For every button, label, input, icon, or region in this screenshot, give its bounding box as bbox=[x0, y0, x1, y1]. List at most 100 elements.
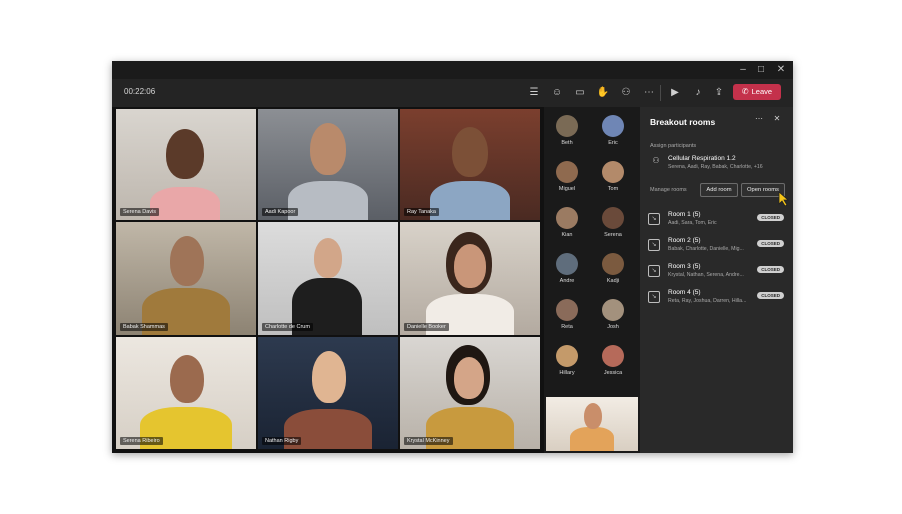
room-icon: ↘ bbox=[648, 213, 660, 225]
teams-window: – □ ✕ 00:22:06 ☰ ☺ ▭ ✋ ⚇ ⋯ ▶ ♪ ⇪ ✆ Leave … bbox=[112, 61, 793, 453]
avatar[interactable] bbox=[602, 115, 624, 137]
breakout-rooms-icon[interactable]: ⚇ bbox=[618, 85, 634, 101]
video-tile[interactable]: Aadi Kapoor bbox=[258, 109, 398, 220]
video-tile[interactable]: Krystal McKinney bbox=[400, 337, 540, 449]
roster-name: Beth bbox=[561, 140, 573, 146]
participant-face bbox=[454, 357, 484, 399]
avatar[interactable] bbox=[602, 345, 624, 367]
raise-hand-icon[interactable]: ✋ bbox=[595, 85, 611, 101]
toolbar-divider bbox=[660, 85, 661, 101]
tile-name: Serena Ribeiro bbox=[120, 437, 163, 445]
room-icon: ↘ bbox=[648, 265, 660, 277]
chat-icon[interactable]: ▭ bbox=[572, 85, 588, 101]
room-row[interactable]: ↘ Room 2 (5) Babak, Charlotte, Danielle,… bbox=[648, 235, 788, 257]
close-window-icon[interactable]: ✕ bbox=[774, 63, 788, 77]
tile-name: Aadi Kapoor bbox=[262, 208, 299, 216]
share-screen-icon[interactable]: ⇪ bbox=[711, 85, 727, 101]
avatar[interactable] bbox=[556, 299, 578, 321]
room-status-badge: CLOSED bbox=[757, 214, 784, 221]
video-tile[interactable]: Serena Davis bbox=[116, 109, 256, 220]
avatar[interactable] bbox=[602, 161, 624, 183]
tile-name: Serena Davis bbox=[120, 208, 160, 216]
add-room-button[interactable]: Add room bbox=[700, 183, 738, 197]
video-tile[interactable]: Babak Shammas bbox=[116, 222, 256, 335]
room-status-badge: CLOSED bbox=[757, 240, 784, 247]
maximize-icon[interactable]: □ bbox=[754, 63, 768, 77]
video-tile[interactable]: Serena Ribeiro bbox=[116, 337, 256, 449]
avatar[interactable] bbox=[602, 207, 624, 229]
avatar[interactable] bbox=[556, 253, 578, 275]
tile-name: Charlotte de Crum bbox=[262, 323, 313, 331]
participant-body bbox=[288, 181, 368, 220]
roster-name: Jessica bbox=[603, 370, 623, 376]
avatar[interactable] bbox=[556, 207, 578, 229]
room-row[interactable]: ↘ Room 1 (5) Aadi, Sara, Tom, Eric CLOSE… bbox=[648, 209, 788, 231]
roster-name: Tom bbox=[607, 186, 619, 192]
roster-name: Kian bbox=[561, 232, 573, 238]
participant-body bbox=[150, 187, 220, 220]
meeting-name[interactable]: Cellular Respiration 1.2 bbox=[668, 155, 736, 162]
camera-icon[interactable]: ▶ bbox=[667, 85, 683, 101]
roster-name: Serena bbox=[604, 232, 622, 238]
panel-close-icon[interactable]: ✕ bbox=[771, 113, 783, 125]
room-title: Room 3 (5) bbox=[668, 263, 701, 270]
participant-roster: Beth Eric Miguel Tom Kian Serena Andre K… bbox=[544, 107, 640, 453]
participant-face bbox=[166, 129, 204, 179]
roster-name: Miguel bbox=[558, 186, 576, 192]
participant-face bbox=[170, 236, 204, 286]
meeting-people: Serena, Aadi, Ray, Babak, Charlotte, +16 bbox=[668, 164, 763, 170]
room-title: Room 1 (5) bbox=[668, 211, 701, 218]
tile-name: Danielle Booker bbox=[404, 323, 449, 331]
participant-face bbox=[454, 244, 486, 288]
avatar[interactable] bbox=[556, 161, 578, 183]
roster-name: Eric bbox=[608, 140, 618, 146]
mic-icon[interactable]: ♪ bbox=[690, 85, 706, 101]
avatar[interactable] bbox=[556, 115, 578, 137]
meeting-timer: 00:22:06 bbox=[124, 87, 156, 96]
participant-body bbox=[570, 427, 614, 451]
more-options-icon[interactable]: ⋯ bbox=[641, 85, 657, 101]
roster-name: Josh bbox=[607, 324, 619, 330]
roster-row: Andre Kadji bbox=[544, 251, 640, 297]
room-people: Krystal, Nathan, Serena, Andre... bbox=[668, 272, 744, 278]
tile-name: Ray Tanaka bbox=[404, 208, 439, 216]
room-icon: ↘ bbox=[648, 239, 660, 251]
roster-name: Hillary bbox=[559, 370, 575, 376]
video-tile[interactable]: Nathan Rigby bbox=[258, 337, 398, 449]
avatar[interactable] bbox=[556, 345, 578, 367]
room-status-badge: CLOSED bbox=[757, 292, 784, 299]
room-people: Reta, Ray, Joshua, Darren, Hilla... bbox=[668, 298, 747, 304]
roster-name: Reta bbox=[561, 324, 573, 330]
panel-more-icon[interactable]: ⋯ bbox=[753, 113, 765, 125]
chat-list-icon[interactable]: ☰ bbox=[526, 85, 542, 101]
roster-row: Kian Serena bbox=[544, 205, 640, 251]
roster-row: Miguel Tom bbox=[544, 159, 640, 205]
manage-rooms-label: Manage rooms bbox=[650, 187, 687, 193]
self-view-tile[interactable] bbox=[546, 397, 638, 451]
meeting-toolbar: 00:22:06 ☰ ☺ ▭ ✋ ⚇ ⋯ ▶ ♪ ⇪ ✆ Leave bbox=[112, 79, 793, 107]
participant-face bbox=[584, 403, 602, 429]
participant-face bbox=[314, 238, 342, 278]
people-icon[interactable]: ☺ bbox=[549, 85, 565, 101]
leave-button[interactable]: ✆ Leave bbox=[733, 84, 781, 100]
minimize-icon[interactable]: – bbox=[736, 63, 750, 77]
breakout-rooms-panel: Breakout rooms ⋯ ✕ Assign participants ⚇… bbox=[640, 107, 793, 453]
room-title: Room 4 (5) bbox=[668, 289, 701, 296]
tile-name: Krystal McKinney bbox=[404, 437, 453, 445]
avatar[interactable] bbox=[602, 299, 624, 321]
video-tile[interactable]: Ray Tanaka bbox=[400, 109, 540, 220]
video-tile[interactable]: Charlotte de Crum bbox=[258, 222, 398, 335]
window-titlebar: – □ ✕ bbox=[112, 61, 793, 79]
room-people: Aadi, Sara, Tom, Eric bbox=[668, 220, 717, 226]
roster-row: Reta Josh bbox=[544, 297, 640, 343]
participant-face bbox=[170, 355, 204, 403]
video-tile[interactable]: Danielle Booker bbox=[400, 222, 540, 335]
panel-title: Breakout rooms bbox=[650, 117, 716, 127]
room-row[interactable]: ↘ Room 3 (5) Krystal, Nathan, Serena, An… bbox=[648, 261, 788, 283]
tile-name: Babak Shammas bbox=[120, 323, 168, 331]
assign-people-icon[interactable]: ⚇ bbox=[650, 155, 662, 167]
avatar[interactable] bbox=[602, 253, 624, 275]
roster-name: Kadji bbox=[606, 278, 620, 284]
room-row[interactable]: ↘ Room 4 (5) Reta, Ray, Joshua, Darren, … bbox=[648, 287, 788, 309]
participant-body bbox=[430, 181, 510, 220]
